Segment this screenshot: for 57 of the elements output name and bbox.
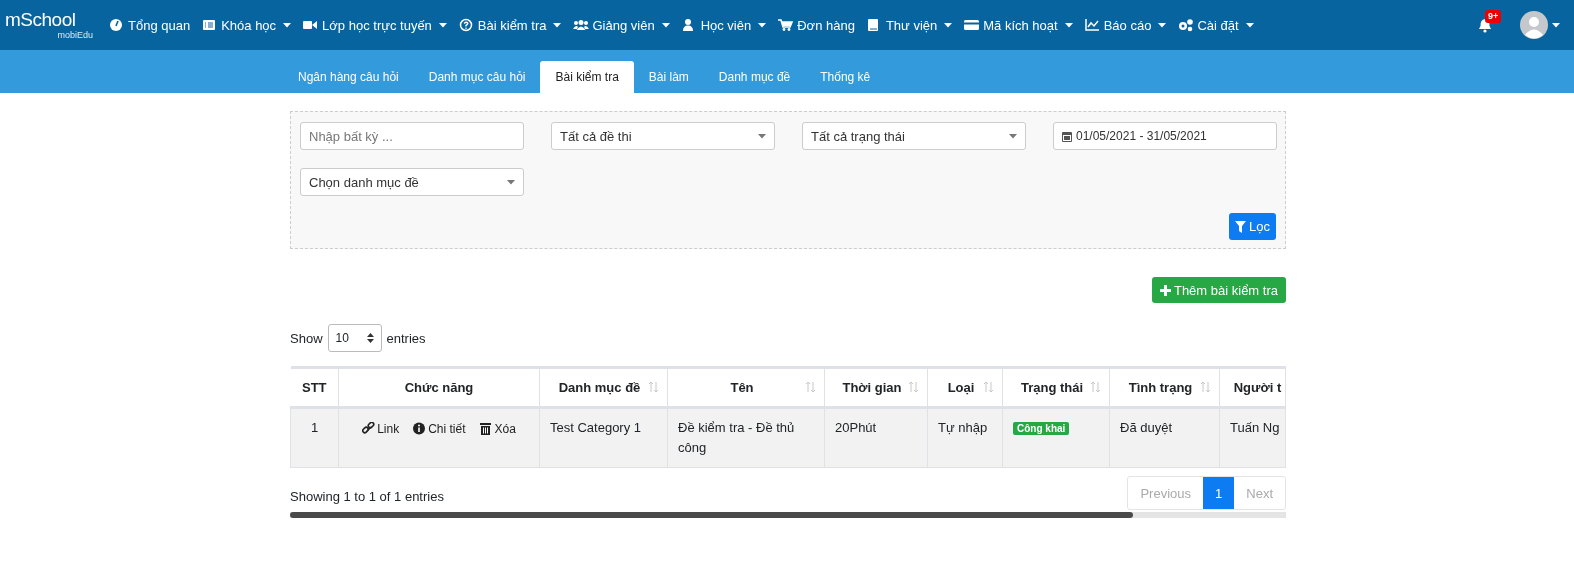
status-badge: Công khai xyxy=(1013,422,1070,435)
action-link[interactable]: Xóa xyxy=(479,418,516,439)
caret-icon xyxy=(1552,22,1560,28)
updown-icon xyxy=(366,333,374,343)
caret-icon xyxy=(507,179,515,185)
nav-item[interactable]: Bài kiểm tra xyxy=(458,17,562,33)
table-cell: 1 xyxy=(290,407,339,468)
avatar-icon xyxy=(1520,11,1548,39)
nav-item[interactable]: Giảng viên xyxy=(573,17,670,33)
link-icon xyxy=(362,422,376,436)
show-label: Show xyxy=(290,330,323,346)
entries-label: entries xyxy=(386,330,426,346)
table-cell: Đã duyệt xyxy=(1109,407,1220,468)
nav-item[interactable]: Mã kích hoạt xyxy=(964,17,1073,33)
nav-item[interactable]: Lớp học trực tuyến xyxy=(303,17,447,33)
question-icon xyxy=(458,18,475,32)
table-cell: Đề kiểm tra - Đề thủ công xyxy=(667,407,825,468)
filter-icon xyxy=(1235,220,1247,233)
action-link[interactable]: Chi tiết xyxy=(413,418,466,439)
action-link[interactable]: Link xyxy=(362,418,400,439)
nav-item[interactable]: Cài đặt xyxy=(1178,17,1254,33)
table-info: Showing 1 to 1 of 1 entries xyxy=(290,487,444,504)
tab[interactable]: Bài kiểm tra xyxy=(540,61,634,93)
users-icon xyxy=(573,18,590,32)
select-field[interactable]: Tất cả đề thi xyxy=(551,122,775,150)
chart-icon xyxy=(1084,18,1101,32)
date-range-field[interactable]: 01/05/2021 - 31/05/2021 xyxy=(1053,122,1277,150)
table-cell: Tự nhập xyxy=(927,407,1003,468)
card-icon xyxy=(964,18,981,32)
gauge-icon xyxy=(109,18,125,32)
nav-item[interactable]: Đơn hàng xyxy=(778,17,855,33)
select-field[interactable]: Tất cả trạng thái xyxy=(802,122,1026,150)
gears-icon xyxy=(1178,18,1195,32)
cart-icon xyxy=(778,18,795,32)
page-button[interactable]: 1 xyxy=(1203,477,1235,509)
entries-select[interactable]: 10 xyxy=(327,324,382,352)
nav-item[interactable]: Tổng quan xyxy=(109,17,191,33)
caret-icon xyxy=(758,133,766,139)
video-camera-icon xyxy=(303,18,320,32)
plus-icon xyxy=(1159,284,1171,296)
nav-item[interactable]: Báo cáo xyxy=(1084,17,1167,33)
nav-item[interactable]: Thư viện xyxy=(866,17,953,33)
table-cell: 20Phút xyxy=(824,407,928,468)
trash-icon xyxy=(479,422,493,436)
logo[interactable]: mSchool mobiEdu xyxy=(5,9,93,41)
notification-badge: 9+ xyxy=(1485,9,1502,23)
select-field[interactable]: Chọn danh mục đề xyxy=(300,168,524,196)
caret-icon xyxy=(1009,133,1017,139)
filter-button[interactable]: Lọc xyxy=(1229,213,1276,240)
info-icon xyxy=(413,422,427,436)
calendar-icon xyxy=(1062,130,1072,142)
search-field[interactable]: Nhập bất kỳ ... xyxy=(300,122,524,150)
table-cell: Tuấn Ng xyxy=(1219,407,1286,468)
scrollbar[interactable] xyxy=(290,512,1286,518)
nav-item[interactable]: Khóa học xyxy=(202,17,292,33)
nav-item[interactable]: Học viên xyxy=(681,17,767,33)
table-cell: Test Category 1 xyxy=(539,407,668,468)
